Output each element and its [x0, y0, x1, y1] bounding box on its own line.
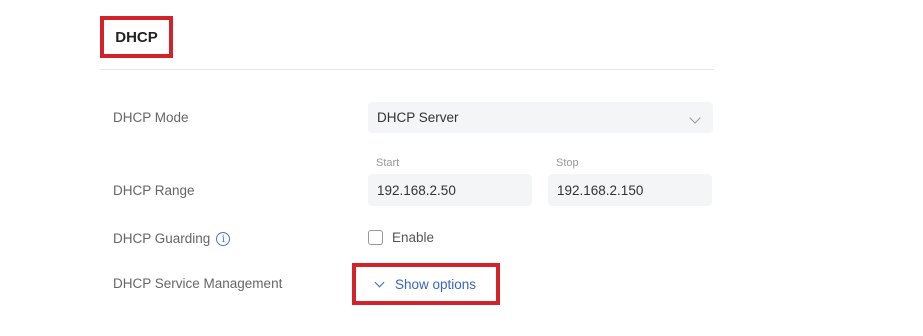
section-title-text: DHCP: [115, 28, 158, 46]
info-icon[interactable]: i: [216, 232, 231, 247]
dhcp-mode-select[interactable]: DHCP Server: [368, 102, 713, 133]
dhcp-mode-label: DHCP Mode: [113, 110, 189, 125]
range-stop-value: 192.168.2.150: [557, 182, 644, 198]
range-start-value: 192.168.2.50: [377, 182, 456, 198]
show-options-button[interactable]: Show options: [352, 263, 500, 305]
dhcp-guarding-checkbox[interactable]: [368, 230, 383, 245]
divider: [100, 69, 714, 70]
show-options-label: Show options: [395, 276, 477, 292]
dhcp-mode-value: DHCP Server: [377, 110, 459, 125]
chevron-down-icon: [689, 112, 701, 124]
range-stop-input[interactable]: 192.168.2.150: [548, 174, 712, 206]
dhcp-service-label: DHCP Service Management: [113, 276, 283, 291]
dhcp-guarding-label: DHCP Guarding: [113, 231, 211, 246]
range-stop-label: Stop: [556, 157, 579, 169]
dhcp-guarding-row: DHCP Guarding i: [113, 231, 231, 247]
section-title: DHCP: [100, 16, 173, 58]
enable-label: Enable: [392, 230, 435, 245]
dhcp-range-label: DHCP Range: [113, 183, 195, 198]
chevron-down-icon: [374, 277, 385, 287]
range-start-input[interactable]: 192.168.2.50: [368, 174, 532, 206]
range-start-label: Start: [376, 157, 400, 169]
